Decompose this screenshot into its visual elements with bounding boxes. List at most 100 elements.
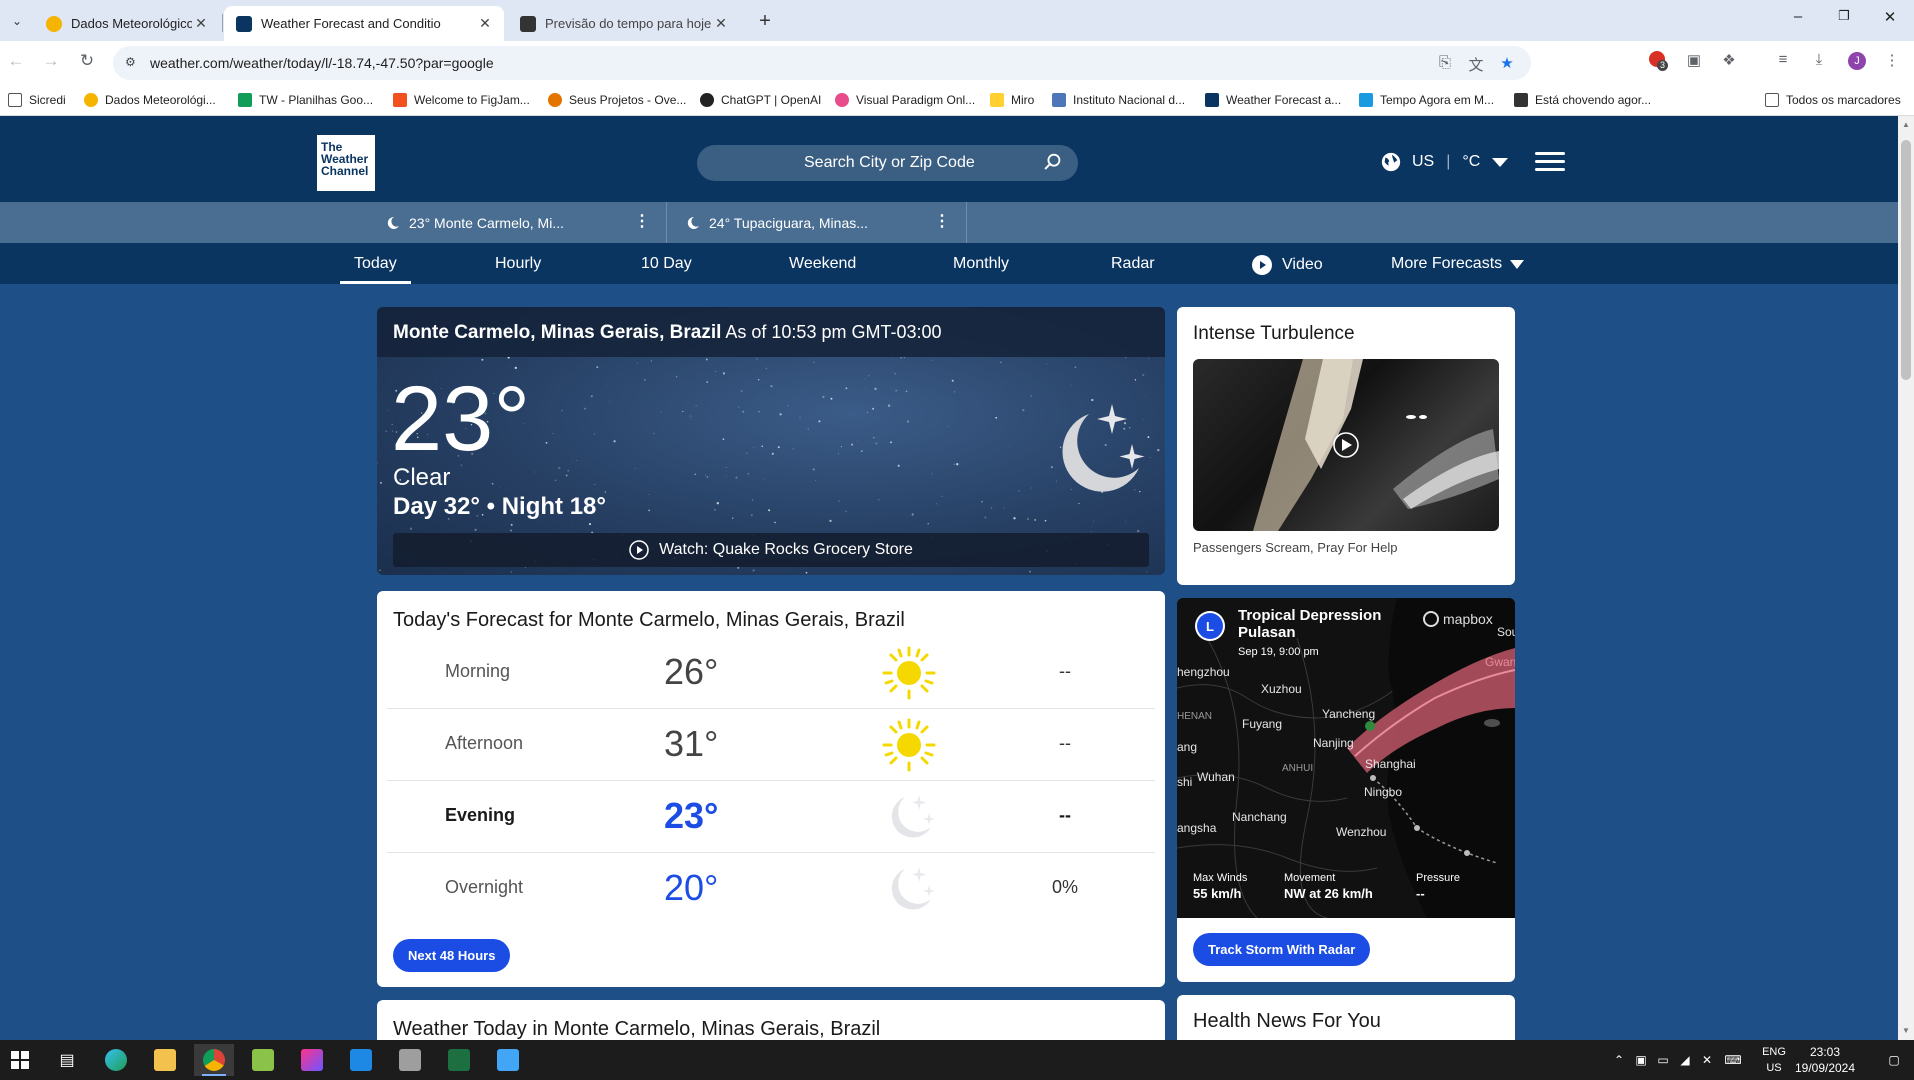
keyboard-icon[interactable]: ⌨ bbox=[1718, 1053, 1748, 1067]
scroll-up-icon[interactable]: ▲ bbox=[1901, 120, 1911, 129]
forecast-row-evening[interactable]: Evening 23° -- bbox=[387, 781, 1155, 853]
more-options-icon[interactable]: ⋮ bbox=[634, 214, 650, 230]
extensions-puzzle-icon[interactable]: ❖ bbox=[1718, 51, 1740, 73]
tray-app-icon[interactable]: ▣ bbox=[1630, 1053, 1652, 1067]
nav-hourly[interactable]: Hourly bbox=[495, 255, 541, 273]
max-winds-value: 55 km/h bbox=[1193, 886, 1241, 901]
minimize-icon[interactable]: – bbox=[1775, 8, 1821, 32]
star-dot bbox=[805, 571, 808, 574]
star-dot bbox=[594, 484, 596, 486]
paint-app-icon[interactable] bbox=[488, 1044, 528, 1076]
bookmark-sicredi[interactable]: Sicredi bbox=[8, 91, 66, 109]
bookmark-tempo-agora[interactable]: Tempo Agora em M... bbox=[1359, 91, 1494, 109]
bookmark-star-icon[interactable]: ★ bbox=[1497, 54, 1517, 74]
translate-icon[interactable]: 文 bbox=[1466, 54, 1486, 74]
video-thumbnail[interactable] bbox=[1193, 359, 1499, 531]
bookmark-miro[interactable]: Miro bbox=[990, 91, 1034, 109]
bookmark-figjam[interactable]: Welcome to FigJam... bbox=[393, 91, 530, 109]
forward-icon[interactable]: → bbox=[40, 51, 62, 73]
close-tab-icon[interactable]: ✕ bbox=[712, 15, 730, 32]
jetbrains-ide-icon[interactable] bbox=[292, 1044, 332, 1076]
nav-video[interactable]: Video bbox=[1252, 255, 1323, 275]
bookmark-chovendo[interactable]: Está chovendo agor... bbox=[1514, 91, 1651, 109]
volume-muted-icon[interactable]: ✕ bbox=[1696, 1053, 1718, 1067]
address-bar[interactable]: ⚙ weather.com/weather/today/l/-18.74,-47… bbox=[113, 46, 1531, 80]
site-settings-icon[interactable]: ⚙ bbox=[125, 55, 141, 71]
show-hidden-icons-icon[interactable]: ⌃ bbox=[1608, 1053, 1630, 1067]
close-window-icon[interactable]: ✕ bbox=[1867, 8, 1913, 32]
forecast-row-overnight[interactable]: Overnight 20° 0% bbox=[387, 853, 1155, 925]
locale-unit-selector[interactable]: US | °C bbox=[1380, 151, 1509, 173]
star-dot bbox=[705, 358, 708, 361]
back-icon[interactable]: ← bbox=[5, 51, 27, 73]
browser-tab-dados[interactable]: Dados Meteorológicos ✕ bbox=[34, 6, 220, 41]
star-dot bbox=[1137, 529, 1140, 533]
star-dot bbox=[377, 462, 378, 464]
bookmark-weather-forecast[interactable]: Weather Forecast a... bbox=[1205, 91, 1341, 109]
tab-search-chevron-icon[interactable]: ⌄ bbox=[6, 10, 28, 32]
install-app-icon[interactable]: ⎘ bbox=[1435, 54, 1455, 74]
nav-more-forecasts[interactable]: More Forecasts bbox=[1391, 255, 1525, 273]
close-tab-icon[interactable]: ✕ bbox=[476, 15, 494, 32]
new-tab-icon[interactable]: + bbox=[753, 10, 777, 33]
edge-browser-icon[interactable] bbox=[96, 1044, 136, 1076]
file-explorer-icon[interactable] bbox=[145, 1044, 185, 1076]
star-dot bbox=[1078, 502, 1080, 505]
media-controls-icon[interactable]: ≡ bbox=[1772, 51, 1794, 73]
recent-location-tupaciguara[interactable]: 24° Tupaciguara, Minas... ⋮ bbox=[667, 202, 967, 243]
profile-avatar[interactable]: J bbox=[1846, 51, 1868, 73]
scroll-down-icon[interactable]: ▼ bbox=[1901, 1026, 1911, 1035]
restore-icon[interactable]: ❐ bbox=[1821, 8, 1867, 32]
nav-radar[interactable]: Radar bbox=[1111, 255, 1155, 273]
track-storm-button[interactable]: Track Storm With Radar bbox=[1193, 933, 1371, 966]
bookmark-inmet[interactable]: Instituto Nacional d... bbox=[1052, 91, 1185, 109]
close-tab-icon[interactable]: ✕ bbox=[192, 15, 210, 32]
task-view-icon[interactable]: ▤ bbox=[47, 1044, 87, 1076]
notifications-icon[interactable]: ▢ bbox=[1882, 1040, 1906, 1080]
nav-10-day[interactable]: 10 Day bbox=[641, 255, 692, 273]
bookmark-planilhas[interactable]: TW - Planilhas Goo... bbox=[238, 91, 373, 109]
vscode-icon[interactable] bbox=[341, 1044, 381, 1076]
browser-menu-icon[interactable]: ⋮ bbox=[1881, 51, 1903, 73]
reload-icon[interactable]: ↻ bbox=[76, 51, 98, 73]
star-dot bbox=[911, 513, 914, 516]
nav-weekend[interactable]: Weekend bbox=[789, 255, 856, 273]
star-dot bbox=[1022, 408, 1025, 412]
browser-tab-weather[interactable]: Weather Forecast and Conditio ✕ bbox=[224, 6, 504, 41]
bookmark-chatgpt[interactable]: ChatGPT | OpenAI bbox=[700, 91, 821, 109]
bookmark-visual-paradigm[interactable]: Visual Paradigm Onl... bbox=[835, 91, 975, 109]
more-options-icon[interactable]: ⋮ bbox=[934, 214, 950, 230]
chrome-browser-icon[interactable] bbox=[194, 1044, 234, 1076]
scrollbar-thumb[interactable] bbox=[1901, 140, 1911, 380]
battery-icon[interactable]: ▭ bbox=[1652, 1053, 1674, 1067]
search-input[interactable]: Search City or Zip Code bbox=[697, 145, 1078, 181]
extension-icon[interactable]: 3 bbox=[1646, 51, 1669, 73]
all-bookmarks[interactable]: Todos os marcadores bbox=[1765, 91, 1901, 109]
network-icon[interactable]: ◢ bbox=[1674, 1053, 1696, 1067]
forecast-row-afternoon[interactable]: Afternoon 31° -- bbox=[387, 709, 1155, 781]
excel-icon[interactable] bbox=[439, 1044, 479, 1076]
recent-location-monte-carmelo[interactable]: 23° Monte Carmelo, Mi... ⋮ bbox=[367, 202, 667, 243]
star-dot bbox=[1090, 531, 1092, 532]
browser-tab-previsao[interactable]: Previsão do tempo para hoje er ✕ bbox=[508, 6, 740, 41]
forecast-row-morning[interactable]: Morning 26° -- bbox=[387, 637, 1155, 709]
bookmark-dados[interactable]: Dados Meteorológi... bbox=[84, 91, 216, 109]
storm-map[interactable]: L Tropical Depression Pulasan Sep 19, 9:… bbox=[1177, 598, 1515, 919]
hamburger-menu-icon[interactable] bbox=[1535, 152, 1565, 172]
windows-start-icon[interactable] bbox=[0, 1044, 40, 1076]
nav-monthly[interactable]: Monthly bbox=[953, 255, 1009, 273]
nav-today[interactable]: Today bbox=[340, 255, 411, 284]
glasses-extension-icon[interactable]: ▣ bbox=[1683, 51, 1705, 73]
watch-video-bar[interactable]: Watch: Quake Rocks Grocery Store bbox=[393, 533, 1149, 567]
notepad-plus-icon[interactable] bbox=[243, 1044, 283, 1076]
weather-channel-logo[interactable]: The Weather Channel bbox=[317, 135, 375, 191]
page-scrollbar[interactable]: ▲ ▼ bbox=[1898, 116, 1914, 1040]
next-48-hours-button[interactable]: Next 48 Hours bbox=[393, 939, 511, 972]
star-dot bbox=[1034, 518, 1037, 521]
star-dot bbox=[947, 426, 949, 428]
printer-app-icon[interactable] bbox=[390, 1044, 430, 1076]
search-icon[interactable] bbox=[1042, 151, 1064, 173]
bookmark-projetos[interactable]: Seus Projetos - Ove... bbox=[548, 91, 686, 109]
downloads-icon[interactable]: ⤓ bbox=[1808, 51, 1830, 73]
system-clock[interactable]: 23:03 19/09/2024 bbox=[1780, 1044, 1870, 1076]
